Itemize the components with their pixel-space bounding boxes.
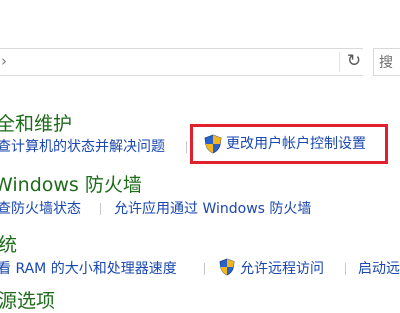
chevron-right-icon[interactable]: › [1,51,7,71]
highlight-box [190,124,388,164]
section-heading-power[interactable]: 源选项 [0,289,55,313]
link-allow-app-firewall[interactable]: 允许应用通过 Windows 防火墙 [114,200,311,218]
search-placeholder: 搜 [379,55,393,71]
section-heading-security[interactable]: 全和维护 [0,112,72,136]
refresh-icon[interactable]: ↻ [343,49,365,73]
link-firewall-status[interactable]: 查防火墙状态 [0,200,81,218]
link-divider [204,263,205,275]
address-bar[interactable]: › [0,48,363,76]
link-check-status[interactable]: 查计算机的状态并解决问题 [0,138,165,156]
link-divider [345,263,346,275]
link-launch-remote[interactable]: 启动远 [358,260,400,278]
link-allow-remote-access[interactable]: 允许远程访问 [240,260,324,278]
address-divider [339,52,340,72]
section-heading-system[interactable]: 统 [0,233,17,257]
search-input[interactable]: 搜 [373,48,400,76]
link-divider [186,141,187,153]
window-top-area [0,0,400,38]
section-heading-firewall[interactable]: Windows 防火墙 [0,173,142,197]
link-divider [100,203,101,215]
link-view-ram[interactable]: 看 RAM 的大小和处理器速度 [0,260,177,278]
shield-icon [219,258,235,276]
